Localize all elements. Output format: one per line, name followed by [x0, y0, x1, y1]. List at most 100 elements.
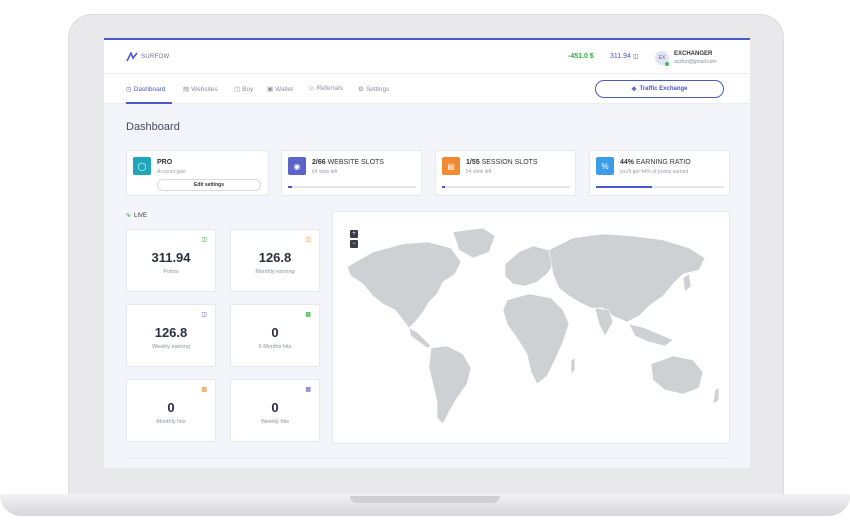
activity-icon: ∿ [126, 213, 132, 219]
session-slots-count: 1/55 [466, 159, 480, 166]
earning-ratio-progress-fill [596, 186, 653, 188]
nav-settings-label: Settings [365, 85, 390, 93]
weekly-earning-card: ◫ 126.8 Weekly earning [126, 304, 216, 367]
south-america-shape [428, 345, 472, 425]
website-slots-count: 2/66 [312, 159, 326, 166]
website-slots-left: 64 slots left [312, 169, 338, 175]
account-type-bold: PRO [157, 159, 173, 166]
nav-dashboard-label: Dashboard [133, 85, 166, 93]
app-screen: SURFOW -451.0 $ 311.94 ◫ EX EXCHANGER az… [104, 38, 750, 468]
coins-icon: ◫ [632, 54, 639, 60]
main-nav: ◷ Dashboard ▤ Websites ◫ Buy ▣ Wallet ☺ … [104, 74, 750, 104]
points-label: Points [163, 269, 179, 275]
server-icon: ▤ [442, 157, 460, 175]
user-email: azzfun@gmail.com [674, 59, 717, 65]
weekly-earning-label: Weekly earning [152, 344, 190, 350]
world-map-shapes [346, 227, 720, 425]
online-status-dot [665, 62, 669, 66]
active-tab-indicator [126, 102, 172, 104]
nav-wallet[interactable]: ▣ Wallet [267, 85, 293, 94]
nav-buy-label: Buy [242, 85, 254, 93]
southeast-asia-shape [628, 323, 674, 347]
bar-chart-icon: ▩ [201, 387, 207, 393]
settings-icon: ⚙ [358, 86, 364, 93]
website-slots-card: ◉ 2/66 WEBSITE SLOTS 64 slots left [281, 150, 422, 196]
website-slots-progress [288, 186, 416, 188]
brand-name: SURFOW [141, 54, 170, 60]
monthly-hits-value: 0 [167, 400, 175, 415]
balance-points: 311.94 ◫ [610, 53, 639, 60]
points-value: 311.94 [151, 250, 191, 265]
weekly-hits-value: 0 [271, 400, 279, 415]
nav-settings[interactable]: ⚙ Settings [358, 85, 390, 94]
bar-chart-icon: ▩ [305, 387, 311, 393]
japan-shape [682, 273, 692, 293]
new-zealand-shape [712, 387, 720, 405]
websites-icon: ▤ [183, 86, 190, 93]
session-slots-card: ▤ 1/55 SESSION SLOTS 54 slots left [435, 150, 576, 196]
europe-shape [504, 245, 556, 287]
page-title: Dashboard [126, 121, 180, 133]
account-type-label: Account type [157, 169, 186, 175]
monthly-earning-value: 126.8 [258, 250, 292, 265]
greenland-shape [452, 227, 496, 259]
wallet-icon: ▣ [267, 86, 274, 93]
traffic-exchange-button[interactable]: ✥ Traffic Exchange [595, 80, 724, 98]
footer-divider [126, 458, 730, 459]
monthly-earning-label: Monthly earning [255, 269, 295, 275]
monthly-earning-card: ◫ 126.8 Monthly earning [230, 229, 320, 292]
user-name[interactable]: EXCHANGER [674, 51, 712, 57]
nav-buy[interactable]: ◫ Buy [234, 85, 254, 94]
coins-icon: ◫ [201, 237, 207, 243]
edit-settings-button[interactable]: Edit settings [157, 179, 261, 191]
africa-shape [502, 293, 570, 385]
website-slots-label: WEBSITE SLOTS [325, 159, 384, 166]
north-america-shape [346, 241, 462, 329]
session-slots-label: SESSION SLOTS [479, 159, 538, 166]
session-slots-title: 1/55 SESSION SLOTS [466, 159, 538, 166]
earning-ratio-card: % 44% EARNING RATIO you'll get 44% of po… [589, 150, 730, 196]
live-label: LIVE [134, 212, 148, 219]
madagascar-shape [570, 357, 576, 375]
nav-referrals-label: Referrals [316, 85, 344, 92]
nav-websites[interactable]: ▤ Websites [183, 85, 218, 94]
earning-ratio-label: EARNING RATIO [634, 159, 691, 166]
bar-chart-icon: ▩ [305, 312, 311, 318]
shield-icon: ◯ [133, 157, 151, 175]
earning-ratio-title: 44% EARNING RATIO [620, 159, 691, 166]
session-slots-left: 54 slots left [466, 169, 492, 175]
coins-icon: ◫ [201, 312, 207, 318]
nav-referrals[interactable]: ☺ Referrals [308, 85, 343, 92]
nav-dashboard[interactable]: ◷ Dashboard [126, 85, 166, 94]
earning-ratio-value: 44% [620, 159, 635, 166]
world-map[interactable]: + − [332, 211, 730, 444]
website-slots-title: 2/66 WEBSITE SLOTS [312, 159, 384, 166]
website-slots-progress-fill [288, 186, 292, 188]
live-indicator: ∿ LIVE [126, 212, 148, 220]
logo-icon [126, 52, 138, 62]
globe-icon: ◉ [288, 157, 306, 175]
nav-wallet-label: Wallet [275, 85, 293, 93]
top-bar: SURFOW -451.0 $ 311.94 ◫ EX EXCHANGER az… [104, 40, 750, 74]
nav-websites-label: Websites [191, 85, 218, 93]
central-america-shape [408, 327, 432, 349]
buy-icon: ◫ [234, 86, 241, 93]
referrals-icon: ☺ [308, 85, 315, 92]
monthly-hits-label: Monthly hits [156, 419, 186, 425]
points-card: ◫ 311.94 Points [126, 229, 216, 292]
session-slots-progress [442, 186, 570, 188]
account-type-card: ◯ PRO Account type Edit settings [126, 150, 269, 196]
earning-ratio-desc: you'll get 44% of points earned [620, 169, 689, 175]
earning-ratio-progress [596, 186, 724, 188]
account-type-value: PRO [157, 159, 172, 166]
dashboard-icon: ◷ [126, 86, 132, 93]
asia-shape [548, 233, 706, 323]
session-slots-progress-fill [442, 186, 445, 188]
traffic-exchange-label: Traffic Exchange [639, 86, 688, 92]
coins-icon: ◫ [305, 237, 311, 243]
australia-shape [650, 355, 704, 395]
logo[interactable]: SURFOW [126, 52, 169, 62]
weekly-earning-value: 126.8 [154, 325, 188, 340]
percent-icon: % [596, 157, 614, 175]
laptop-mockup: SURFOW -451.0 $ 311.94 ◫ EX EXCHANGER az… [0, 0, 850, 529]
